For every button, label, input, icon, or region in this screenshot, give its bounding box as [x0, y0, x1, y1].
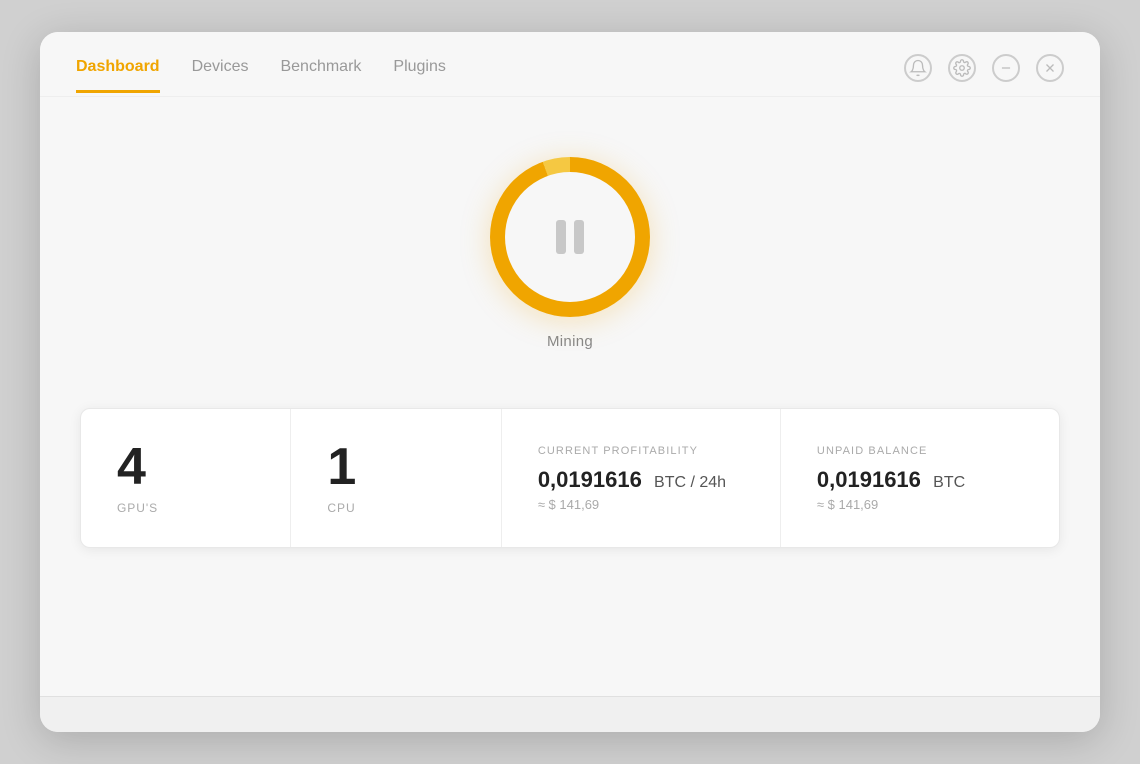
cpu-stat-cell: 1 CPU [291, 409, 501, 547]
pause-bar-right [574, 220, 584, 254]
nav-item-dashboard[interactable]: Dashboard [76, 58, 160, 93]
nav-item-plugins[interactable]: Plugins [393, 58, 445, 93]
profitability-btc-amount: 0,0191616 [538, 467, 642, 492]
cpu-label: CPU [327, 501, 355, 515]
gpu-stat-cell: 4 GPU'S [81, 409, 291, 547]
nav: Dashboard Devices Benchmark Plugins [76, 58, 446, 92]
balance-unit: BTC [933, 474, 965, 491]
profitability-btc: 0,0191616 BTC / 24h [538, 467, 726, 493]
pause-bar-left [556, 220, 566, 254]
profitability-cell: CURRENT PROFITABILITY 0,0191616 BTC / 24… [502, 409, 781, 547]
settings-button[interactable] [948, 54, 976, 82]
balance-header: UNPAID BALANCE [817, 445, 928, 457]
mining-button-area: Mining [490, 157, 650, 350]
nav-item-benchmark[interactable]: Benchmark [280, 58, 361, 93]
nav-item-devices[interactable]: Devices [192, 58, 249, 93]
minimize-button[interactable] [992, 54, 1020, 82]
balance-usd: ≈ $ 141,69 [817, 497, 878, 512]
balance-btc: 0,0191616 BTC [817, 467, 965, 493]
cpu-count: 1 [327, 441, 356, 493]
mining-toggle-button[interactable] [490, 157, 650, 317]
notification-button[interactable] [904, 54, 932, 82]
close-button[interactable] [1036, 54, 1064, 82]
profitability-usd: ≈ $ 141,69 [538, 497, 599, 512]
titlebar: Dashboard Devices Benchmark Plugins [40, 32, 1100, 97]
window-controls [904, 54, 1064, 96]
pause-icon [556, 220, 584, 254]
balance-cell: UNPAID BALANCE 0,0191616 BTC ≈ $ 141,69 [781, 409, 1059, 547]
bottom-bar [40, 696, 1100, 732]
profitability-header: CURRENT PROFITABILITY [538, 445, 698, 457]
mining-label: Mining [547, 333, 593, 350]
stats-row: 4 GPU'S 1 CPU CURRENT PROFITABILITY 0,01… [80, 408, 1060, 548]
gpu-label: GPU'S [117, 501, 158, 515]
balance-btc-amount: 0,0191616 [817, 467, 921, 492]
gpu-count: 4 [117, 441, 146, 493]
profitability-unit: BTC / 24h [654, 474, 726, 491]
main-content: Mining 4 GPU'S 1 CPU CURRENT PROFITABILI… [40, 97, 1100, 696]
app-window: Dashboard Devices Benchmark Plugins [40, 32, 1100, 732]
mining-inner-circle [505, 172, 635, 302]
